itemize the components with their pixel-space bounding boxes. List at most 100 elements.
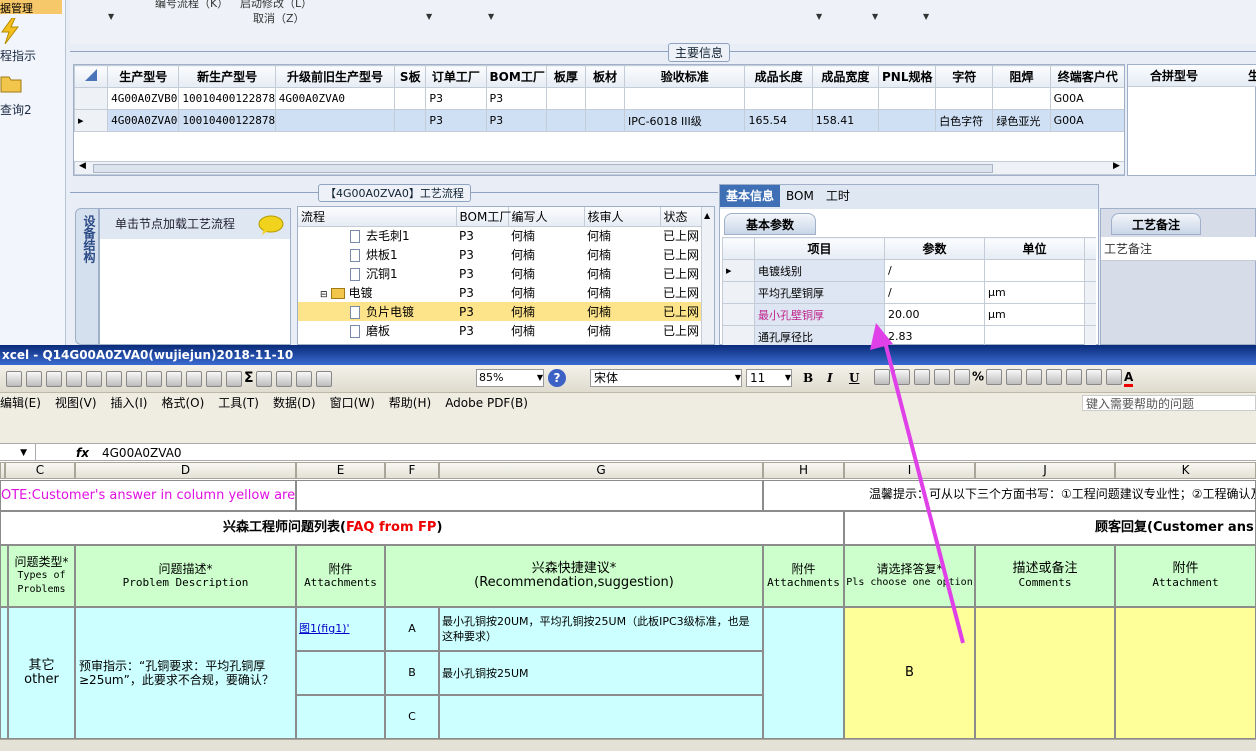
table-cell[interactable]: 白色字符 [935,109,994,132]
table-cell[interactable]: G00A [1049,109,1124,132]
dropdown-arrow-icon[interactable]: ▼ [923,12,929,21]
dropdown-arrow-icon[interactable]: ▼ [872,12,878,21]
column-header-I[interactable]: I [844,462,975,479]
param-row[interactable]: 通孔厚径比 2.83 [722,325,1096,345]
column-header[interactable]: 字符 [935,65,994,88]
table-cell[interactable] [744,87,813,110]
font-select[interactable]: 宋体 ▼ [590,369,742,387]
scroll-right-icon[interactable]: ▶ [1113,161,1120,171]
param-value[interactable]: 20.00 [884,303,985,326]
table-cell[interactable] [545,87,586,110]
fig1-link[interactable]: 图1(fig1)' [299,622,350,635]
font-color-icon[interactable]: A [1124,369,1134,387]
drawing-icon[interactable] [315,370,332,387]
comma-icon[interactable] [986,369,1003,385]
row-indicator[interactable] [722,325,755,345]
customer-note[interactable]: OTE:Customer's answer in column yellow a… [0,480,296,511]
table-cell[interactable]: 4G00A0ZVB0 [107,87,180,110]
redo-icon[interactable] [206,370,222,387]
table-cell[interactable]: 158.41 [811,109,879,132]
nav-item-query2[interactable]: 查询2 [0,101,32,118]
attachment-cell[interactable] [296,651,385,695]
column-header-G[interactable]: G [439,462,763,479]
header-attachments[interactable]: 附件 Attachments [296,545,385,607]
table-cell[interactable]: IPC-6018 III级 [624,109,746,132]
hyperlink-icon[interactable] [226,370,242,387]
name-box[interactable]: ▼ [0,444,36,460]
tree-row[interactable]: ⊟ 电镀 P3 何楠 何楠 已上网 [298,283,714,302]
table-cell[interactable]: 4G00A0ZVA0 [274,87,396,110]
formula-input[interactable]: 4G00A0ZVA0 [102,444,182,462]
table-cell[interactable]: 10010400122878 [178,87,276,110]
tree-column-header[interactable]: 核审人 [584,207,661,227]
menu-item[interactable]: 插入(I) [111,396,148,410]
column-header[interactable]: 阻焊 [992,65,1051,88]
column-header[interactable]: 验收标准 [624,65,746,88]
align-left-icon[interactable] [874,369,890,385]
table-cell[interactable]: P3 [485,109,547,132]
column-header[interactable]: S板 [394,65,427,88]
spell-icon[interactable] [66,370,82,387]
table-cell[interactable] [624,87,746,110]
option-key-cell[interactable]: B [385,651,439,695]
param-row[interactable]: 最小孔壁铜厚 20.00 μm [722,303,1096,326]
table-cell[interactable]: 165.54 [744,109,813,132]
nav-item-process-instruction[interactable]: 程指示 [0,47,36,64]
dropdown-arrow-icon[interactable]: ▼ [426,12,432,21]
process-notes-tab[interactable]: 工艺备注 [1111,213,1201,235]
font-size-select[interactable]: 11 ▼ [746,369,792,387]
cut-icon[interactable] [106,370,122,387]
autosum-icon[interactable]: Σ [244,370,254,386]
header-choose-reply[interactable]: 请选择答复* Pls choose one option [844,545,975,607]
column-header[interactable]: BOM工厂 [485,65,547,88]
column-header-K[interactable]: K [1115,462,1256,479]
help-search-input[interactable]: 键入需要帮助的问题 [1082,395,1256,411]
table-cell[interactable] [935,87,994,110]
column-header[interactable]: 成品宽度 [811,65,879,88]
italic-button[interactable]: I [827,371,833,385]
column-header[interactable]: 板厚 [545,65,586,88]
row-indicator[interactable] [722,281,755,304]
menu-item[interactable]: 数据(D) [273,396,316,410]
edit-flow-label[interactable]: 编号流程（K） [155,0,228,11]
chart-icon[interactable] [295,370,312,387]
menu-item[interactable]: 窗口(W) [330,396,375,410]
column-header-J[interactable]: J [975,462,1115,479]
research-icon[interactable] [86,370,102,387]
table-cell[interactable] [274,109,396,132]
tree-row[interactable]: 沉铜1 P3 何楠 何楠 已上网 [298,264,714,283]
table-cell[interactable] [877,87,937,110]
row-indicator[interactable] [722,303,755,326]
attachment3-cell[interactable] [1115,607,1256,739]
tree-row[interactable]: 负片电镀 P3 何楠 何楠 已上网 [298,302,714,321]
cancel-label[interactable]: 取消（Z） [253,10,305,26]
column-header[interactable]: 成品长度 [744,65,813,88]
menu-item[interactable]: 帮助(H) [389,396,431,410]
column-header-H[interactable]: H [763,462,844,479]
option-value-cell[interactable]: 最小孔铜按25UM [439,651,763,695]
param-row[interactable]: ▸ 电镀线别 / [722,259,1096,282]
column-header[interactable]: 订单工厂 [425,65,487,88]
basic-params-tab[interactable]: 基本参数 [724,213,816,235]
align-center-icon[interactable] [894,369,910,385]
column-header[interactable]: PNL规格 [877,65,937,88]
increase-indent-icon[interactable] [1066,369,1083,385]
table-cell[interactable] [584,109,626,132]
collapse-icon[interactable]: ⊟ [320,290,328,300]
decrease-decimal-icon[interactable] [1026,369,1043,385]
tree-row[interactable]: 去毛刺1 P3 何楠 何楠 已上网 [298,226,714,245]
table-cell[interactable]: 10010400122878 [178,109,276,132]
preview-icon[interactable] [46,370,62,387]
bold-button[interactable]: B [803,371,813,385]
dropdown-arrow-icon[interactable]: ▼ [488,12,494,21]
align-right-icon[interactable] [914,369,930,385]
equipment-structure-tab[interactable]: 设备结构 [75,208,99,345]
tip-cell[interactable]: 温馨提示：可从以下三个方面书写：①工程问题建议专业性；②工程确认及 [763,480,1256,511]
merge-center-icon[interactable] [934,369,950,385]
param-column-header[interactable]: 参数 [884,237,985,260]
table-row[interactable]: ▸ 4G00A0ZVA0 10010400122878 P3 P3 IPC-6018 II… [74,109,1124,132]
empty-cell[interactable] [0,607,8,739]
copy-icon[interactable] [126,370,142,387]
option-key-cell[interactable]: C [385,695,439,739]
increase-decimal-icon[interactable] [1006,369,1023,385]
